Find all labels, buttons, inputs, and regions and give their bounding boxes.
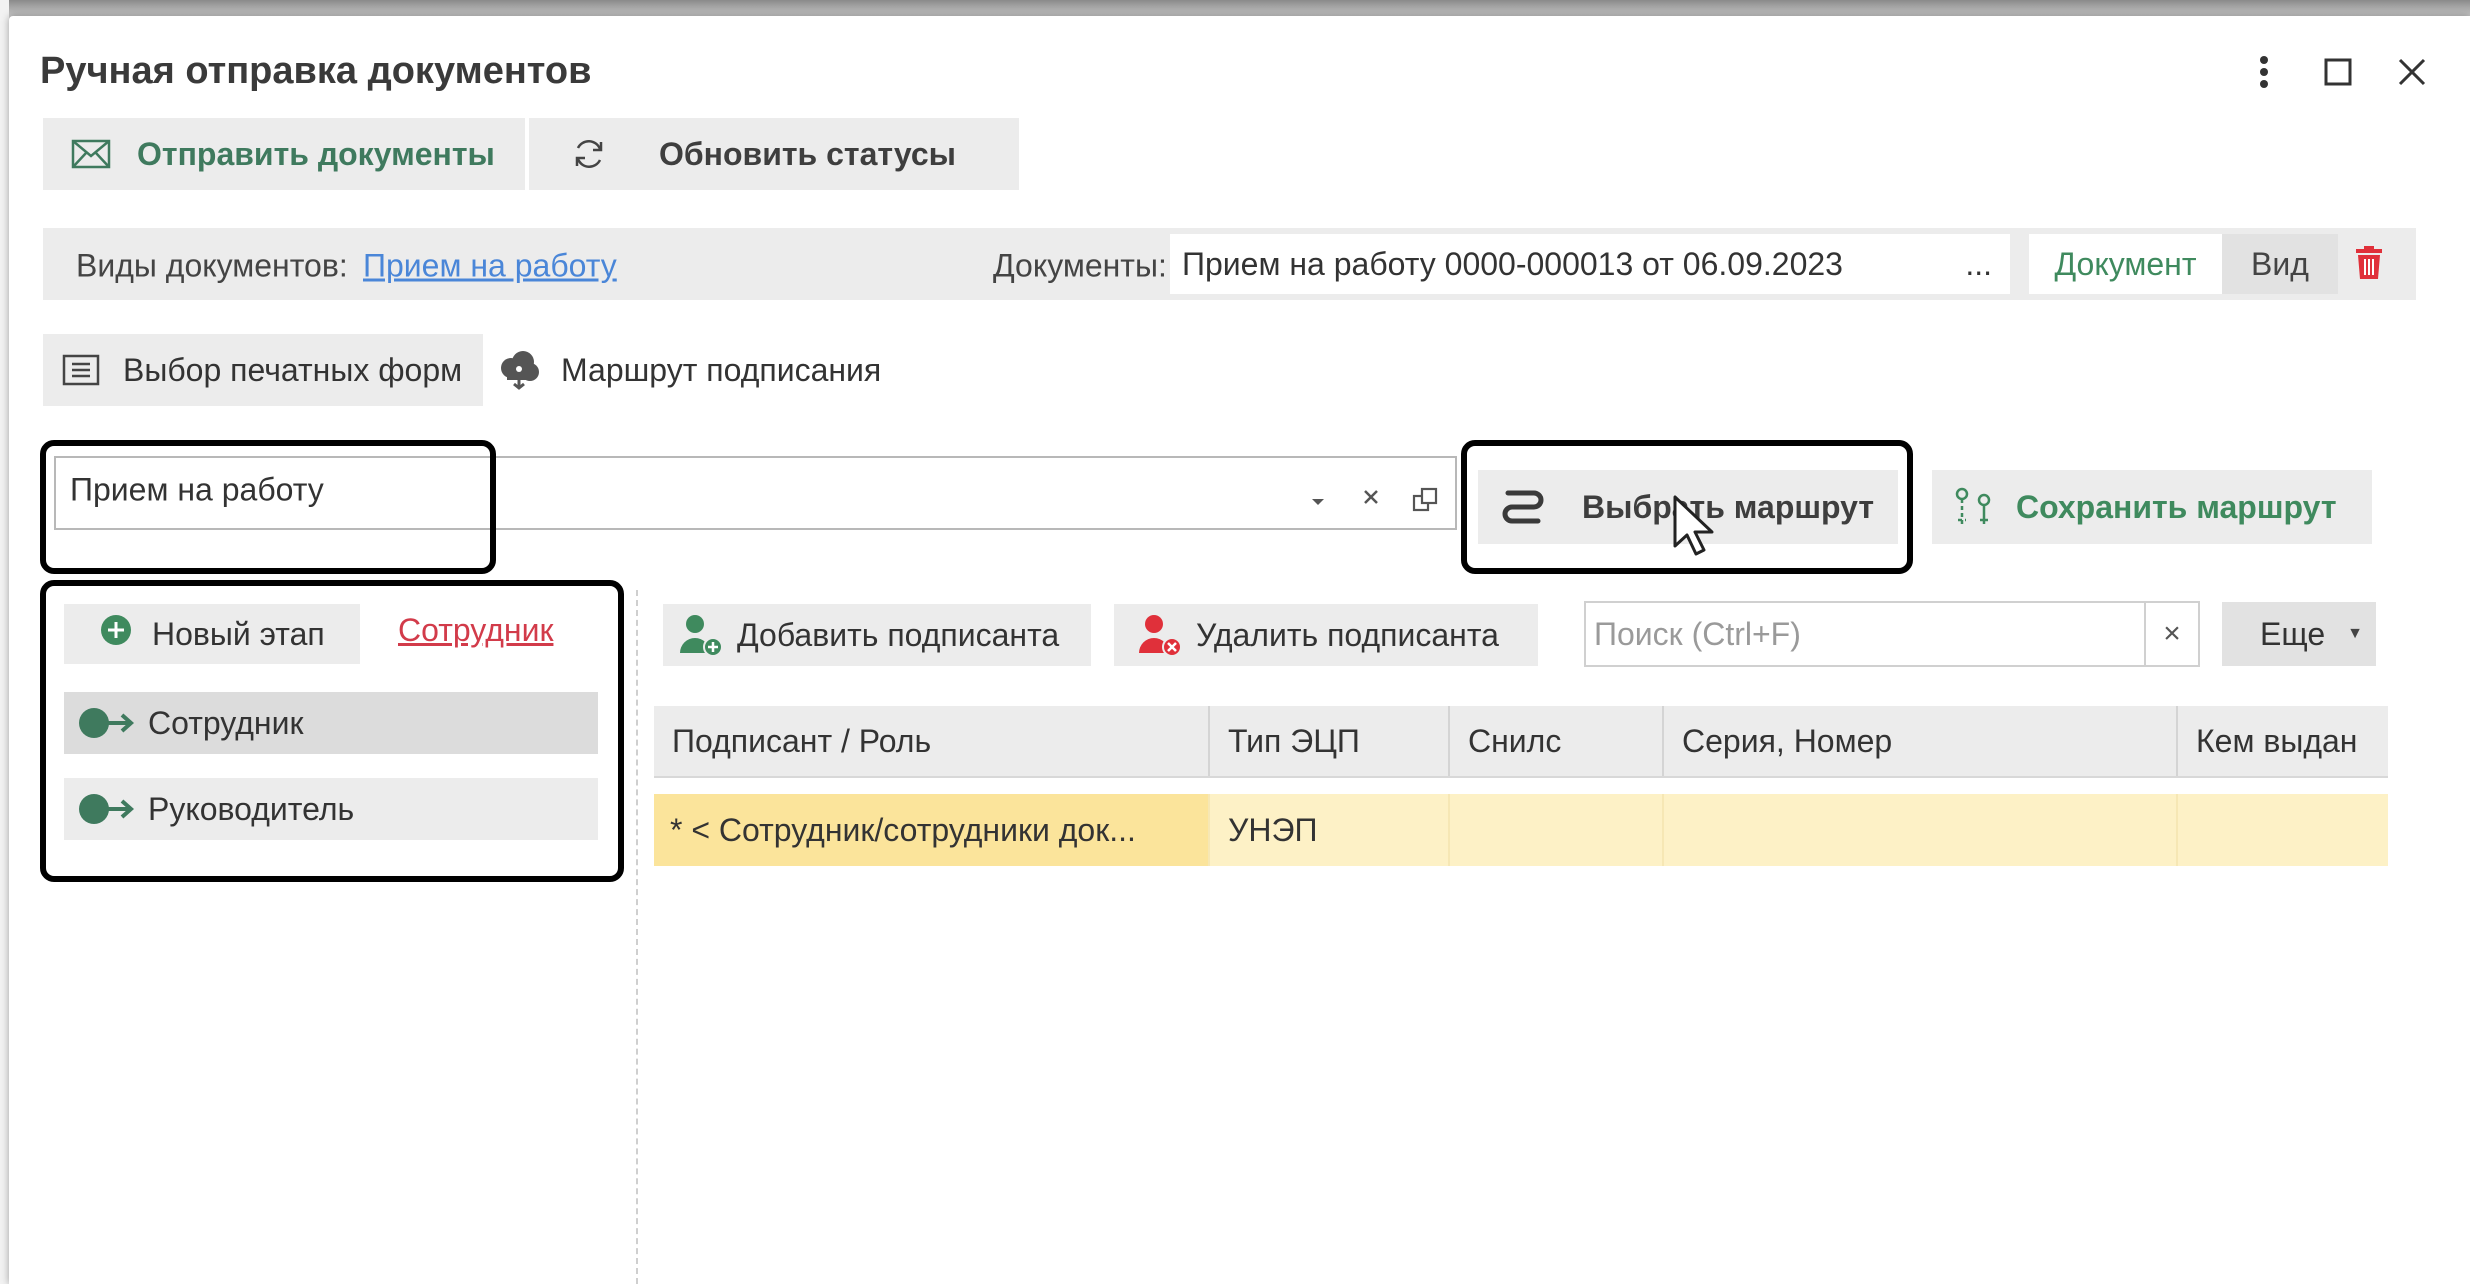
- trash-icon[interactable]: [2354, 246, 2394, 286]
- remove-signer-label: Удалить подписанта: [1196, 616, 1499, 653]
- documents-field[interactable]: Прием на работу 0000-000013 от 06.09.202…: [1170, 234, 2010, 294]
- search-clear-button[interactable]: ×: [2144, 603, 2198, 665]
- document-button[interactable]: Документ: [2029, 234, 2222, 294]
- table-row[interactable]: * < Сотрудник/сотрудники док... УНЭП: [654, 794, 2388, 866]
- refresh-statuses-label: Обновить статусы: [659, 135, 956, 172]
- highlight-box-route-combo: [40, 440, 496, 574]
- save-route-button[interactable]: Сохранить маршрут: [1932, 470, 2372, 544]
- cell-issued-by: [2178, 794, 2388, 866]
- add-signer-button[interactable]: Добавить подписанта: [663, 604, 1091, 666]
- documents-select-button[interactable]: ...: [1965, 246, 1992, 283]
- more-label: Еще: [2260, 615, 2326, 652]
- send-documents-label: Отправить документы: [137, 135, 495, 172]
- view-button[interactable]: Вид: [2222, 234, 2338, 294]
- doc-types-label: Виды документов:: [76, 247, 348, 284]
- cell-signer: * < Сотрудник/сотрудники док...: [654, 794, 1210, 866]
- command-bar: Отправить документы Обновить статусы: [43, 118, 1019, 190]
- background-left-strip: [0, 0, 9, 1284]
- envelope-icon: [69, 132, 113, 176]
- doc-types-link[interactable]: Прием на работу: [363, 248, 617, 285]
- remove-user-icon: [1136, 611, 1184, 659]
- search-input[interactable]: [1594, 611, 2134, 657]
- more-button[interactable]: Еще ▼: [2222, 602, 2376, 666]
- column-header-signer[interactable]: Подписант / Роль: [654, 706, 1210, 776]
- column-header-signature-type[interactable]: Тип ЭЦП: [1210, 706, 1450, 776]
- remove-signer-button[interactable]: Удалить подписанта: [1114, 604, 1538, 666]
- mouse-cursor-icon: [1672, 494, 1718, 558]
- send-documents-button[interactable]: Отправить документы: [43, 118, 525, 190]
- list-doc-icon: [59, 348, 103, 392]
- tab-signing-route-label: Маршрут подписания: [561, 351, 882, 388]
- column-header-issued-by[interactable]: Кем выдан: [2178, 706, 2388, 776]
- caret-down-icon: ▼: [2347, 625, 2363, 642]
- add-user-icon: [677, 611, 725, 659]
- close-icon[interactable]: [2388, 48, 2436, 96]
- table-header: Подписант / Роль Тип ЭЦП Снилс Серия, Но…: [654, 706, 2388, 778]
- tab-signing-route[interactable]: Маршрут подписания: [495, 334, 881, 406]
- column-header-series-number[interactable]: Серия, Номер: [1664, 706, 2178, 776]
- cell-snils: [1450, 794, 1664, 866]
- save-route-label: Сохранить маршрут: [2016, 488, 2337, 525]
- refresh-statuses-button[interactable]: Обновить статусы: [529, 118, 1019, 190]
- window-title: Ручная отправка документов: [40, 50, 592, 92]
- more-vertical-icon[interactable]: [2240, 48, 2288, 96]
- documents-value: Прием на работу 0000-000013 от 06.09.202…: [1182, 245, 1843, 282]
- highlight-box-stages: [40, 580, 624, 882]
- clear-icon[interactable]: [1362, 488, 1386, 512]
- cell-series-number: [1664, 794, 2178, 866]
- signature-cloud-icon: [495, 346, 543, 394]
- open-icon[interactable]: [1412, 486, 1442, 516]
- cell-signature-type: УНЭП: [1210, 794, 1450, 866]
- refresh-icon: [567, 132, 611, 176]
- add-signer-label: Добавить подписанта: [737, 616, 1060, 653]
- column-header-snils[interactable]: Снилс: [1450, 706, 1664, 776]
- tab-print-forms[interactable]: Выбор печатных форм: [43, 334, 483, 406]
- search-box: ×: [1584, 601, 2200, 667]
- save-route-icon: [1952, 485, 1996, 529]
- maximize-icon[interactable]: [2314, 48, 2362, 96]
- documents-label: Документы:: [993, 247, 1167, 284]
- tab-print-forms-label: Выбор печатных форм: [123, 351, 463, 388]
- panel-divider[interactable]: [636, 590, 638, 1284]
- chevron-down-icon[interactable]: [1310, 494, 1334, 510]
